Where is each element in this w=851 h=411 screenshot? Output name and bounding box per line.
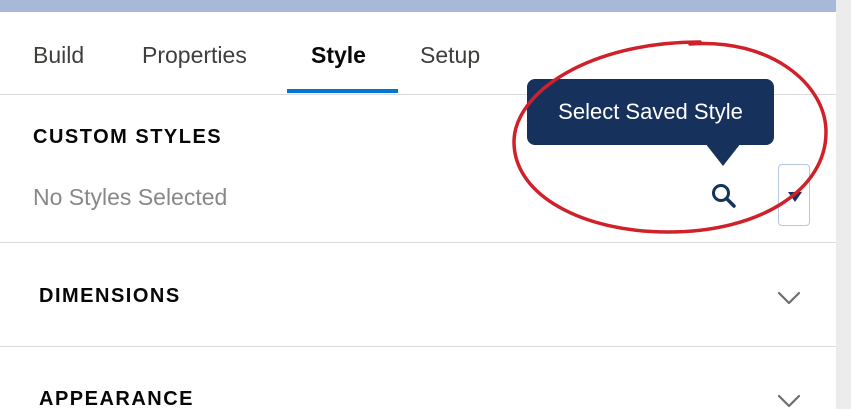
scrollbar-track[interactable] <box>836 0 851 409</box>
tooltip-pointer <box>705 143 741 166</box>
dimensions-heading[interactable]: DIMENSIONS <box>39 285 181 308</box>
style-dropdown-button[interactable] <box>778 164 810 226</box>
caret-down-icon <box>788 192 802 202</box>
section-divider <box>0 346 836 347</box>
tab-setup[interactable]: Setup <box>420 42 480 69</box>
custom-styles-value[interactable]: No Styles Selected <box>33 184 227 211</box>
active-tab-indicator <box>287 89 398 93</box>
tab-build[interactable]: Build <box>33 42 84 69</box>
custom-styles-heading: CUSTOM STYLES <box>33 126 223 148</box>
section-divider <box>0 242 836 243</box>
search-icon[interactable] <box>708 180 740 212</box>
tab-properties[interactable]: Properties <box>142 42 247 69</box>
appearance-heading[interactable]: APPEARANCE <box>39 388 194 411</box>
tab-style[interactable]: Style <box>311 42 366 69</box>
tooltip: Select Saved Style <box>527 79 774 145</box>
top-bar <box>0 0 836 12</box>
chevron-down-icon[interactable] <box>777 291 801 305</box>
chevron-down-icon[interactable] <box>777 394 801 408</box>
